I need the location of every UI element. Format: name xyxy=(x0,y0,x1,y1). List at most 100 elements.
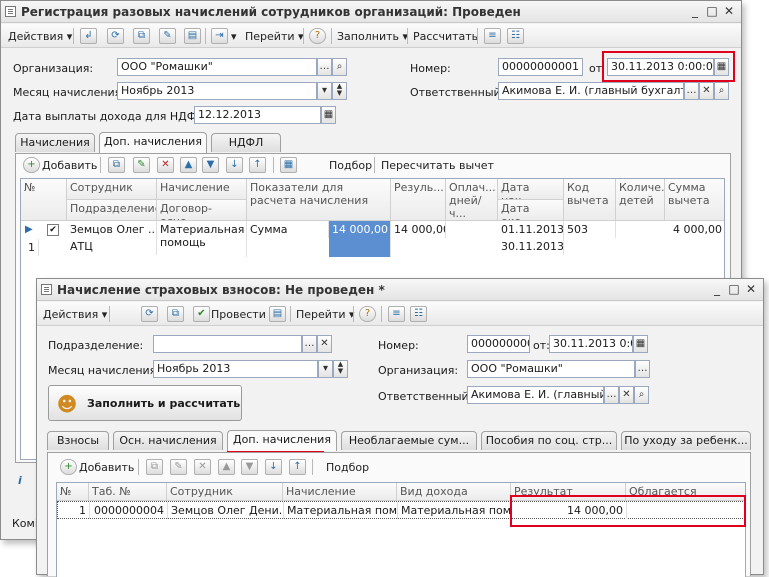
col-income-type[interactable]: Вид дохода xyxy=(397,483,511,501)
col-department[interactable]: Подразделение xyxy=(67,200,157,221)
fill-menu[interactable]: Заполнить ▾ xyxy=(337,28,408,45)
sort-desc-icon[interactable]: ↑ xyxy=(289,459,306,475)
table-row[interactable]: ▶ ✔ 1 Земцов Олег ... АТЦ Материальная п… xyxy=(21,221,724,257)
org-select-button[interactable]: … xyxy=(317,58,332,76)
selection-button[interactable]: Подбор xyxy=(326,459,369,476)
number-field[interactable]: 00000000001 xyxy=(498,58,583,76)
maximize-button[interactable]: □ xyxy=(726,282,742,297)
copy-icon[interactable]: ⧉ xyxy=(167,306,184,322)
help-icon[interactable]: ? xyxy=(359,306,376,322)
tab-childcare[interactable]: По уходу за ребенк... xyxy=(621,431,751,450)
tab-untaxed-sums[interactable]: Необлагаемые сум... xyxy=(341,431,477,450)
col-num[interactable]: № xyxy=(57,483,89,501)
based-on-icon[interactable]: ⇥ xyxy=(211,28,228,44)
recalc-deduction-button[interactable]: Пересчитать вычет xyxy=(381,157,494,174)
tab-accruals[interactable]: Начисления xyxy=(15,133,95,152)
sort-asc-icon[interactable]: ↓ xyxy=(265,459,282,475)
month-dropdown-icon[interactable]: ▾ xyxy=(317,82,332,100)
move-down-icon[interactable]: ▼ xyxy=(202,157,219,173)
responsible-field[interactable]: Акимова Е. И. (главный бу xyxy=(467,386,604,404)
fill-and-calculate-button[interactable]: ☻ Заполнить и рассчитать xyxy=(48,385,242,421)
date-field[interactable]: 30.11.2013 0:00 xyxy=(549,335,633,353)
post-icon[interactable]: ✔ xyxy=(193,306,210,322)
delete-icon[interactable]: ✕ xyxy=(157,157,174,173)
list-icon[interactable]: ≡ xyxy=(388,306,405,322)
post-icon[interactable]: ✎ xyxy=(159,28,176,44)
responsible-search-icon[interactable]: ⌕ xyxy=(714,82,729,100)
responsible-field[interactable]: Акимова Е. И. (главный бухгалтер) xyxy=(498,82,684,100)
actions-menu[interactable]: Действия ▾ xyxy=(43,306,107,323)
month-stepper[interactable]: ▲ ▼ xyxy=(333,360,348,378)
copy-row-icon[interactable]: ⧉ xyxy=(146,459,163,475)
responsible-select-button[interactable]: … xyxy=(684,82,699,100)
add-icon[interactable]: + xyxy=(23,157,40,173)
refresh-icon[interactable]: ⟳ xyxy=(141,306,158,322)
post-button[interactable]: Провести xyxy=(211,306,266,323)
col-accrual[interactable]: Начисление xyxy=(283,483,397,501)
tab-additional-accruals[interactable]: Доп. начисления xyxy=(227,430,337,451)
clear-icon[interactable]: ✕ xyxy=(619,386,634,404)
clear-icon[interactable]: ✕ xyxy=(699,82,714,100)
org-field[interactable]: ООО "Ромашки" xyxy=(117,58,317,76)
tab-additional-accruals[interactable]: Доп. начисления xyxy=(99,132,207,153)
col-indicators[interactable]: Показатели для расчета начисления xyxy=(247,179,391,221)
copy-icon[interactable]: ⧉ xyxy=(133,28,150,44)
goto-menu[interactable]: Перейти ▾ xyxy=(296,306,355,323)
clear-icon[interactable]: ✕ xyxy=(317,335,332,353)
delete-icon[interactable]: ✕ xyxy=(194,459,211,475)
save-icon[interactable]: ↲ xyxy=(80,28,97,44)
tab-social-benefits[interactable]: Пособия по соц. стр... xyxy=(481,431,617,450)
selection-button[interactable]: Подбор xyxy=(329,157,372,174)
structure-icon[interactable]: ☷ xyxy=(507,28,524,44)
list-icon[interactable]: ≡ xyxy=(484,28,501,44)
move-up-icon[interactable]: ▲ xyxy=(180,157,197,173)
col-paid-days[interactable]: Оплач... дней/ч... xyxy=(446,179,498,221)
sort-asc-icon[interactable]: ↓ xyxy=(226,157,243,173)
department-field[interactable] xyxy=(153,335,302,353)
responsible-select-button[interactable]: … xyxy=(604,386,619,404)
month-field[interactable]: Ноябрь 2013 xyxy=(117,82,317,100)
col-result[interactable]: Резуль... xyxy=(391,179,446,221)
add-button[interactable]: Добавить xyxy=(42,157,97,174)
org-select-button[interactable]: … xyxy=(635,360,650,378)
refresh-icon[interactable]: ⟳ xyxy=(107,28,124,44)
col-num[interactable]: № xyxy=(21,179,67,221)
col-date-start[interactable]: Дата нач... xyxy=(498,179,564,200)
col-children[interactable]: Количе... детей xyxy=(616,179,665,221)
maximize-button[interactable]: □ xyxy=(704,4,720,19)
org-field[interactable]: ООО "Ромашки" xyxy=(467,360,635,378)
col-accrual[interactable]: Начисление xyxy=(157,179,247,200)
tab-main-accruals[interactable]: Осн. начисления xyxy=(113,431,223,450)
print-icon[interactable]: ▤ xyxy=(269,306,286,322)
move-up-icon[interactable]: ▲ xyxy=(218,459,235,475)
goto-menu[interactable]: Перейти ▾ xyxy=(245,28,304,45)
edit-icon[interactable]: ✎ xyxy=(133,157,150,173)
col-tab-num[interactable]: Таб. № xyxy=(89,483,167,501)
col-deduction-code[interactable]: Код вычета xyxy=(564,179,616,221)
calendar-icon[interactable]: ▦ xyxy=(321,106,336,124)
table-settings-icon[interactable]: ▦ xyxy=(280,157,297,173)
add-icon[interactable]: + xyxy=(60,459,77,475)
month-field[interactable]: Ноябрь 2013 xyxy=(153,360,318,378)
col-employee[interactable]: Сотрудник xyxy=(67,179,157,200)
based-on-dropdown[interactable]: ▾ xyxy=(231,28,237,45)
col-deduction-sum[interactable]: Сумма вычета xyxy=(665,179,724,221)
copy-row-icon[interactable]: ⧉ xyxy=(108,157,125,173)
calendar-icon[interactable]: ▦ xyxy=(633,335,648,353)
col-contract[interactable]: Договор-осно... xyxy=(157,200,247,221)
month-stepper[interactable]: ▲ ▼ xyxy=(332,82,347,100)
tab-ndfl[interactable]: НДФЛ xyxy=(211,133,281,152)
add-button[interactable]: Добавить xyxy=(79,459,134,476)
print-icon[interactable]: ▤ xyxy=(184,28,201,44)
department-select-button[interactable]: … xyxy=(302,335,317,353)
minimize-button[interactable]: _ xyxy=(687,4,703,19)
number-field[interactable]: 0000000001 xyxy=(467,335,530,353)
row-indicator-value[interactable]: 14 000,00 xyxy=(329,221,391,257)
recalc-button[interactable]: Рассчитать xyxy=(413,28,478,45)
col-date-end[interactable]: Дата око... xyxy=(498,200,564,221)
actions-menu[interactable]: Действия ▾ xyxy=(8,28,72,45)
row-checkbox[interactable]: ✔ xyxy=(47,224,59,236)
ndfl-date-field[interactable]: 12.12.2013 xyxy=(194,106,321,124)
col-employee[interactable]: Сотрудник xyxy=(167,483,283,501)
structure-icon[interactable]: ☷ xyxy=(410,306,427,322)
